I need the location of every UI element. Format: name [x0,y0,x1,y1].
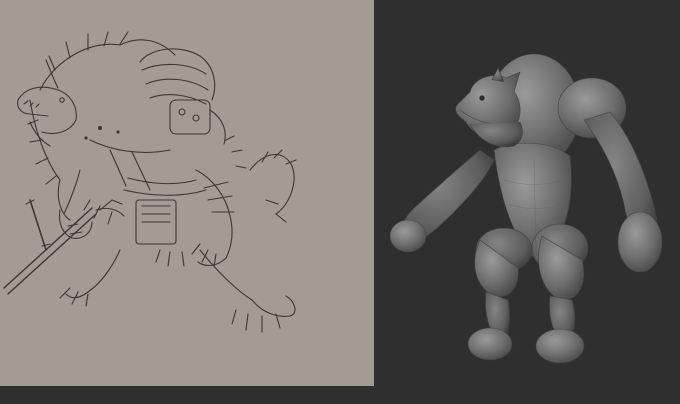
bottom-border [0,386,374,404]
werewolf-sketch [3,31,297,333]
render-panel [374,0,680,404]
sketch-panel [0,0,374,386]
comparison-image [0,0,680,404]
werewolf-3d-model [389,53,663,364]
